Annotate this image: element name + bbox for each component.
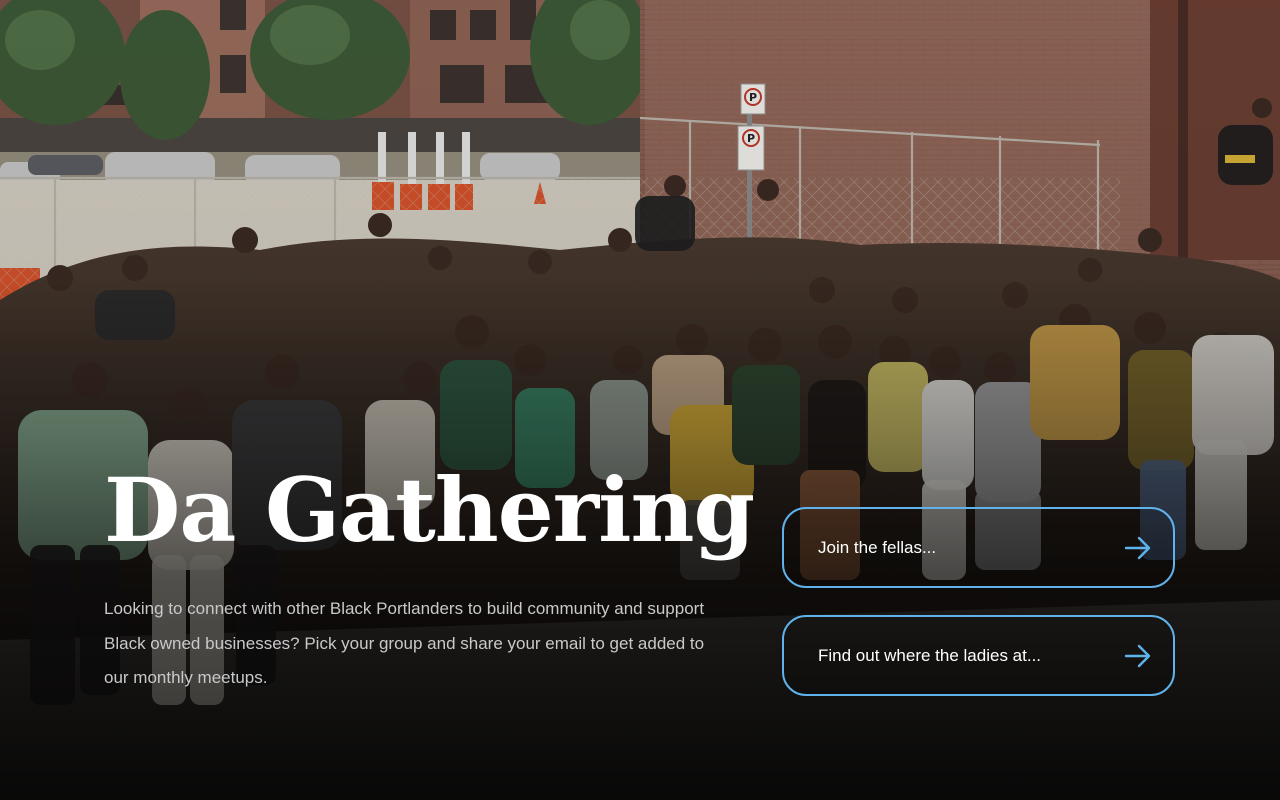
join-fellas-button[interactable]: Join the fellas...	[782, 507, 1175, 588]
find-ladies-button[interactable]: Find out where the ladies at...	[782, 615, 1175, 696]
join-fellas-label: Join the fellas...	[818, 537, 937, 557]
arrow-right-icon	[1124, 536, 1151, 559]
page-title: Da Gathering	[104, 458, 755, 562]
arrow-right-icon	[1124, 644, 1151, 667]
hero-section: P P	[0, 0, 1280, 800]
hero-description: Looking to connect with other Black Port…	[104, 599, 705, 687]
find-ladies-label: Find out where the ladies at...	[818, 645, 1042, 665]
